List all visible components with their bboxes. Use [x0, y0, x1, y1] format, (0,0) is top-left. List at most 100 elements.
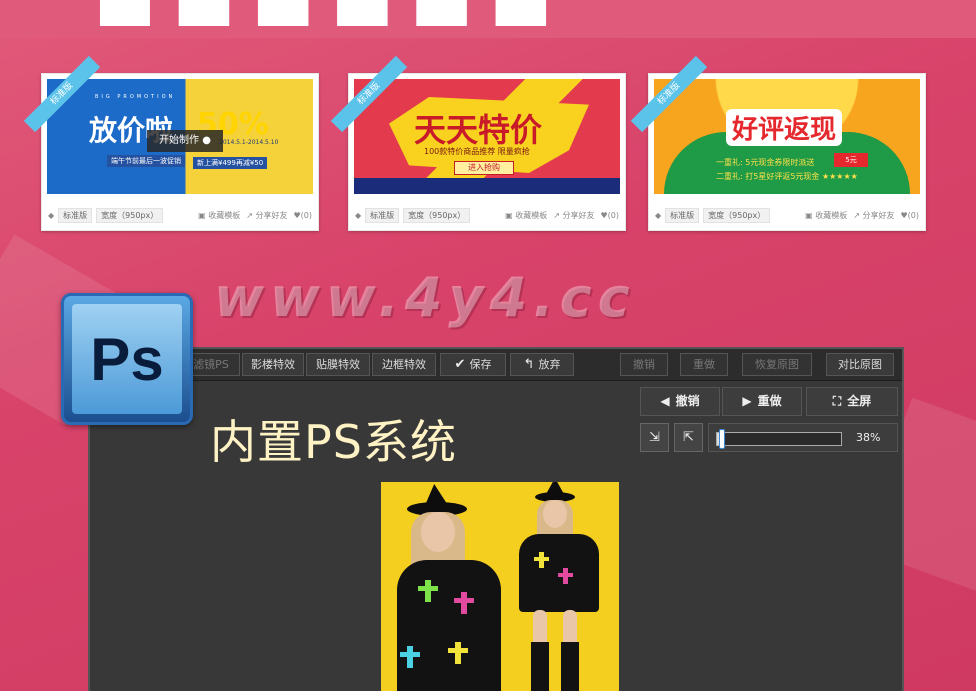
zoom-percentage: 38% — [856, 431, 881, 444]
share-link[interactable]: ↗ 分享好友 — [246, 210, 287, 221]
thumb-line: 一重礼: 5元现金券限时派送 — [716, 158, 815, 167]
canvas-photo[interactable] — [381, 482, 619, 691]
collect-label: 收藏模板 — [208, 210, 241, 220]
card-footer: ◆ 标准版 宽度（950px） ▣ 收藏模板 ↗ 分享好友 ♥(0) — [355, 206, 619, 224]
top-banner: ▆▇▆▇▆▇ — [0, 0, 976, 38]
save-button[interactable]: ✔ 保存 — [440, 353, 506, 376]
share-label: 分享好友 — [562, 210, 595, 220]
heart-icon: ♥ — [900, 210, 908, 220]
share-label: 分享好友 — [862, 210, 895, 220]
redo-button[interactable]: ▶ 重做 — [722, 387, 802, 416]
share-link[interactable]: ↗ 分享好友 — [853, 210, 894, 221]
figure-left-dress — [397, 560, 501, 691]
cross-pattern — [534, 557, 549, 561]
width-tag[interactable]: 宽度（950px） — [96, 207, 164, 223]
thumb-line: 新上满¥499再减¥50 — [193, 157, 268, 169]
fullscreen-button[interactable]: ⛶ 全屏 — [806, 387, 898, 416]
width-tag[interactable]: 宽度（950px） — [403, 207, 471, 223]
width-tag[interactable]: 宽度（950px） — [703, 207, 771, 223]
template-card-2[interactable]: 天天特价 100款特价商品推荐 限量疯抢 进入抢购 标准版 ◆ 标准版 宽度（9… — [330, 55, 626, 231]
collect-link[interactable]: ▣ 收藏模板 — [805, 210, 847, 221]
shrink-icon: ⇲ — [649, 430, 660, 445]
compare-original-button[interactable]: 对比原图 — [826, 353, 894, 376]
like-count: (0) — [907, 210, 919, 220]
cross-pattern — [454, 598, 474, 603]
cross-pattern — [448, 648, 468, 653]
collect-link[interactable]: ▣ 收藏模板 — [198, 210, 240, 221]
undo-button[interactable]: ◀ 撤销 — [640, 387, 720, 416]
thumb-line: 端午节前最后一波促销 — [107, 155, 185, 167]
redo-label: 重做 — [757, 394, 782, 408]
photoshop-icon-face: Ps — [72, 304, 182, 414]
share-icon: ↗ — [246, 210, 253, 220]
start-making-button[interactable]: 开始制作 ● — [147, 130, 223, 152]
toolbar-undo-button[interactable]: 撤销 — [620, 353, 668, 376]
template-thumbnail[interactable]: 天天特价 100款特价商品推荐 限量疯抢 进入抢购 — [354, 79, 620, 194]
thumb-date: 2014.5.1-2014.5.10 — [219, 139, 279, 146]
like-link[interactable]: ♥(0) — [900, 211, 919, 220]
face — [543, 500, 567, 528]
thumb-title: 天天特价 — [414, 111, 543, 149]
cross-pattern — [425, 580, 431, 602]
heart-icon: ♥ — [293, 210, 301, 220]
tag-icon: ◆ — [48, 210, 55, 220]
thumb-title: 好评返现 — [726, 109, 843, 146]
film-effects-button[interactable]: 贴膜特效 — [306, 353, 370, 376]
zoom-out-button[interactable]: ⇲ — [640, 423, 669, 452]
undo-arrow-icon: ↰ — [523, 357, 535, 372]
arrow-right-icon: ▶ — [742, 394, 752, 408]
save-label: 保存 — [469, 358, 492, 371]
watermark: www.4y4.cc — [214, 266, 636, 329]
top-banner-graphic: ▆▇▆▇▆▇ — [100, 0, 770, 26]
enlarge-icon: ⇱ — [683, 430, 694, 445]
studio-effects-button[interactable]: 影楼特效 — [242, 353, 304, 376]
undo-label: 撤销 — [675, 394, 700, 408]
edition-tag[interactable]: 标准版 — [665, 207, 700, 223]
template-thumbnail[interactable]: 好评返现 一重礼: 5元现金券限时派送 二重礼: 打5星好评返5元现金 ★★★★… — [654, 79, 920, 194]
discard-button[interactable]: ↰ 放弃 — [510, 353, 574, 376]
arrow-right-icon: ● — [202, 135, 211, 146]
restore-original-button[interactable]: 恢复原图 — [742, 353, 812, 376]
hat-crown — [423, 484, 451, 510]
start-making-label: 开始制作 — [159, 135, 200, 146]
thumb-line: 二重礼: 打5星好评返5元现金 ★★★★★ — [716, 172, 858, 181]
zoom-in-button[interactable]: ⇱ — [674, 423, 703, 452]
fullscreen-label: 全屏 — [847, 394, 872, 408]
thumb-band — [354, 178, 620, 194]
thumb-subtitle: BIG PROMOTION — [95, 94, 176, 100]
like-count: (0) — [607, 210, 619, 220]
template-card-1[interactable]: BIG PROMOTION 放价啦 50% 2014.5.1-2014.5.10… — [23, 55, 319, 231]
toolbar-redo-button[interactable]: 重做 — [680, 353, 728, 376]
photoshop-icon-label: Ps — [90, 325, 164, 393]
collect-icon: ▣ — [805, 210, 813, 220]
cross-pattern — [400, 652, 420, 657]
like-link[interactable]: ♥(0) — [600, 211, 619, 220]
cross-pattern — [558, 573, 573, 577]
card-footer: ◆ 标准版 宽度（950px） ▣ 收藏模板 ↗ 分享好友 ♥(0) — [655, 206, 919, 224]
expand-icon: ⛶ — [832, 394, 842, 408]
cross-pattern — [455, 642, 461, 664]
discard-label: 放弃 — [538, 358, 561, 371]
collect-label: 收藏模板 — [815, 210, 848, 220]
zoom-slider-handle[interactable] — [719, 429, 725, 449]
share-label: 分享好友 — [255, 210, 288, 220]
template-thumbnail[interactable]: BIG PROMOTION 放价啦 50% 2014.5.1-2014.5.10… — [47, 79, 313, 194]
sock — [561, 642, 579, 691]
like-link[interactable]: ♥(0) — [293, 211, 312, 220]
share-icon: ↗ — [853, 210, 860, 220]
hat-crown — [545, 482, 565, 496]
tag-icon: ◆ — [355, 210, 362, 220]
template-card-3[interactable]: 好评返现 一重礼: 5元现金券限时派送 二重礼: 打5星好评返5元现金 ★★★★… — [630, 55, 926, 231]
feature-heading: 内置PS系统 — [210, 415, 457, 469]
cross-pattern — [407, 646, 413, 668]
collect-icon: ▣ — [505, 210, 513, 220]
collect-label: 收藏模板 — [515, 210, 548, 220]
edition-tag[interactable]: 标准版 — [365, 207, 400, 223]
share-link[interactable]: ↗ 分享好友 — [553, 210, 594, 221]
collect-link[interactable]: ▣ 收藏模板 — [505, 210, 547, 221]
border-effects-button[interactable]: 边框特效 — [372, 353, 436, 376]
photoshop-icon: Ps — [61, 293, 193, 425]
edition-tag[interactable]: 标准版 — [58, 207, 93, 223]
arrow-left-icon: ◀ — [660, 394, 670, 408]
zoom-slider[interactable] — [716, 429, 842, 449]
